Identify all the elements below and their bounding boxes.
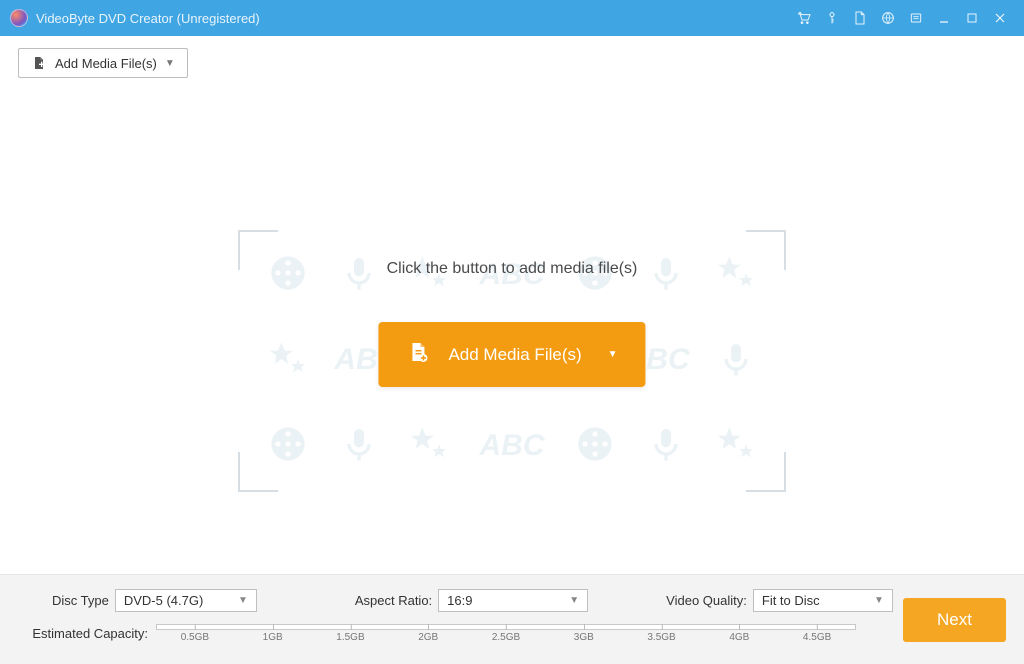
globe-icon[interactable] [874,4,902,32]
video-quality-select[interactable]: Fit to Disc ▼ [753,589,893,612]
app-logo-icon [10,9,28,27]
film-reel-icon [268,253,308,296]
chevron-down-icon: ▼ [238,595,248,606]
mic-icon [716,339,756,382]
disc-type-label: Disc Type [52,593,109,608]
chevron-down-icon: ▼ [608,349,618,360]
add-media-main-label: Add Media File(s) [448,344,581,364]
add-media-button-top[interactable]: Add Media File(s) ▼ [18,48,188,78]
stars-icon [409,424,449,467]
cart-icon[interactable] [790,4,818,32]
capacity-tick: 3.5GB [647,632,675,643]
add-media-top-label: Add Media File(s) [55,56,157,71]
capacity-tick: 2.5GB [492,632,520,643]
next-button[interactable]: Next [903,598,1006,642]
film-reel-icon [575,424,615,467]
file-add-icon [31,55,47,71]
minimize-button[interactable] [930,4,958,32]
aspect-ratio-label: Aspect Ratio: [355,593,432,608]
key-icon[interactable] [818,4,846,32]
add-media-button-main[interactable]: Add Media File(s) ▼ [378,322,645,387]
mic-icon [646,424,686,467]
capacity-tick: 3GB [574,632,594,643]
mic-icon [339,253,379,296]
stars-icon [716,424,756,467]
stars-icon [268,339,308,382]
bottom-bar: Disc Type DVD-5 (4.7G) ▼ Aspect Ratio: 1… [0,574,1024,664]
toolbar: Add Media File(s) ▼ [0,36,1024,78]
menu-icon[interactable] [902,4,930,32]
capacity-tick: 1.5GB [336,632,364,643]
aspect-ratio-select[interactable]: 16:9 ▼ [438,589,588,612]
chevron-down-icon: ▼ [569,595,579,606]
next-button-label: Next [937,610,972,629]
center-prompt: Click the button to add media file(s) Ad… [378,260,645,387]
capacity-tick: 4GB [729,632,749,643]
capacity-row: Estimated Capacity: 0.5GB 1GB 1.5GB 2GB 2.5G… [18,624,1006,642]
mic-icon [339,424,379,467]
app-title: VideoByte DVD Creator (Unregistered) [36,11,260,26]
titlebar: VideoByte DVD Creator (Unregistered) [0,0,1024,36]
bottom-settings-row: Disc Type DVD-5 (4.7G) ▼ Aspect Ratio: 1… [18,589,1006,612]
prompt-text: Click the button to add media file(s) [378,260,645,278]
file-icon[interactable] [846,4,874,32]
video-quality-value: Fit to Disc [762,593,820,608]
film-reel-icon [268,424,308,467]
abc-icon: ABC [480,429,545,463]
chevron-down-icon: ▼ [165,58,175,69]
mic-icon [646,253,686,296]
capacity-tick: 4.5GB [803,632,831,643]
capacity-tick: 0.5GB [181,632,209,643]
maximize-button[interactable] [958,4,986,32]
close-button[interactable] [986,4,1014,32]
capacity-tick: 1GB [263,632,283,643]
disc-type-value: DVD-5 (4.7G) [124,593,203,608]
disc-type-select[interactable]: DVD-5 (4.7G) ▼ [115,589,257,612]
estimated-capacity-label: Estimated Capacity: [18,626,148,641]
capacity-bar: 0.5GB 1GB 1.5GB 2GB 2.5GB 3GB 3.5GB 4GB 4.5GB [156,624,856,642]
aspect-ratio-value: 16:9 [447,593,472,608]
file-add-icon [406,340,430,369]
video-quality-label: Video Quality: [666,593,747,608]
stars-icon [716,253,756,296]
main-area: ABC ABC ABC ABC Click the button to add … [0,78,1024,574]
capacity-tick: 2GB [418,632,438,643]
chevron-down-icon: ▼ [874,595,884,606]
